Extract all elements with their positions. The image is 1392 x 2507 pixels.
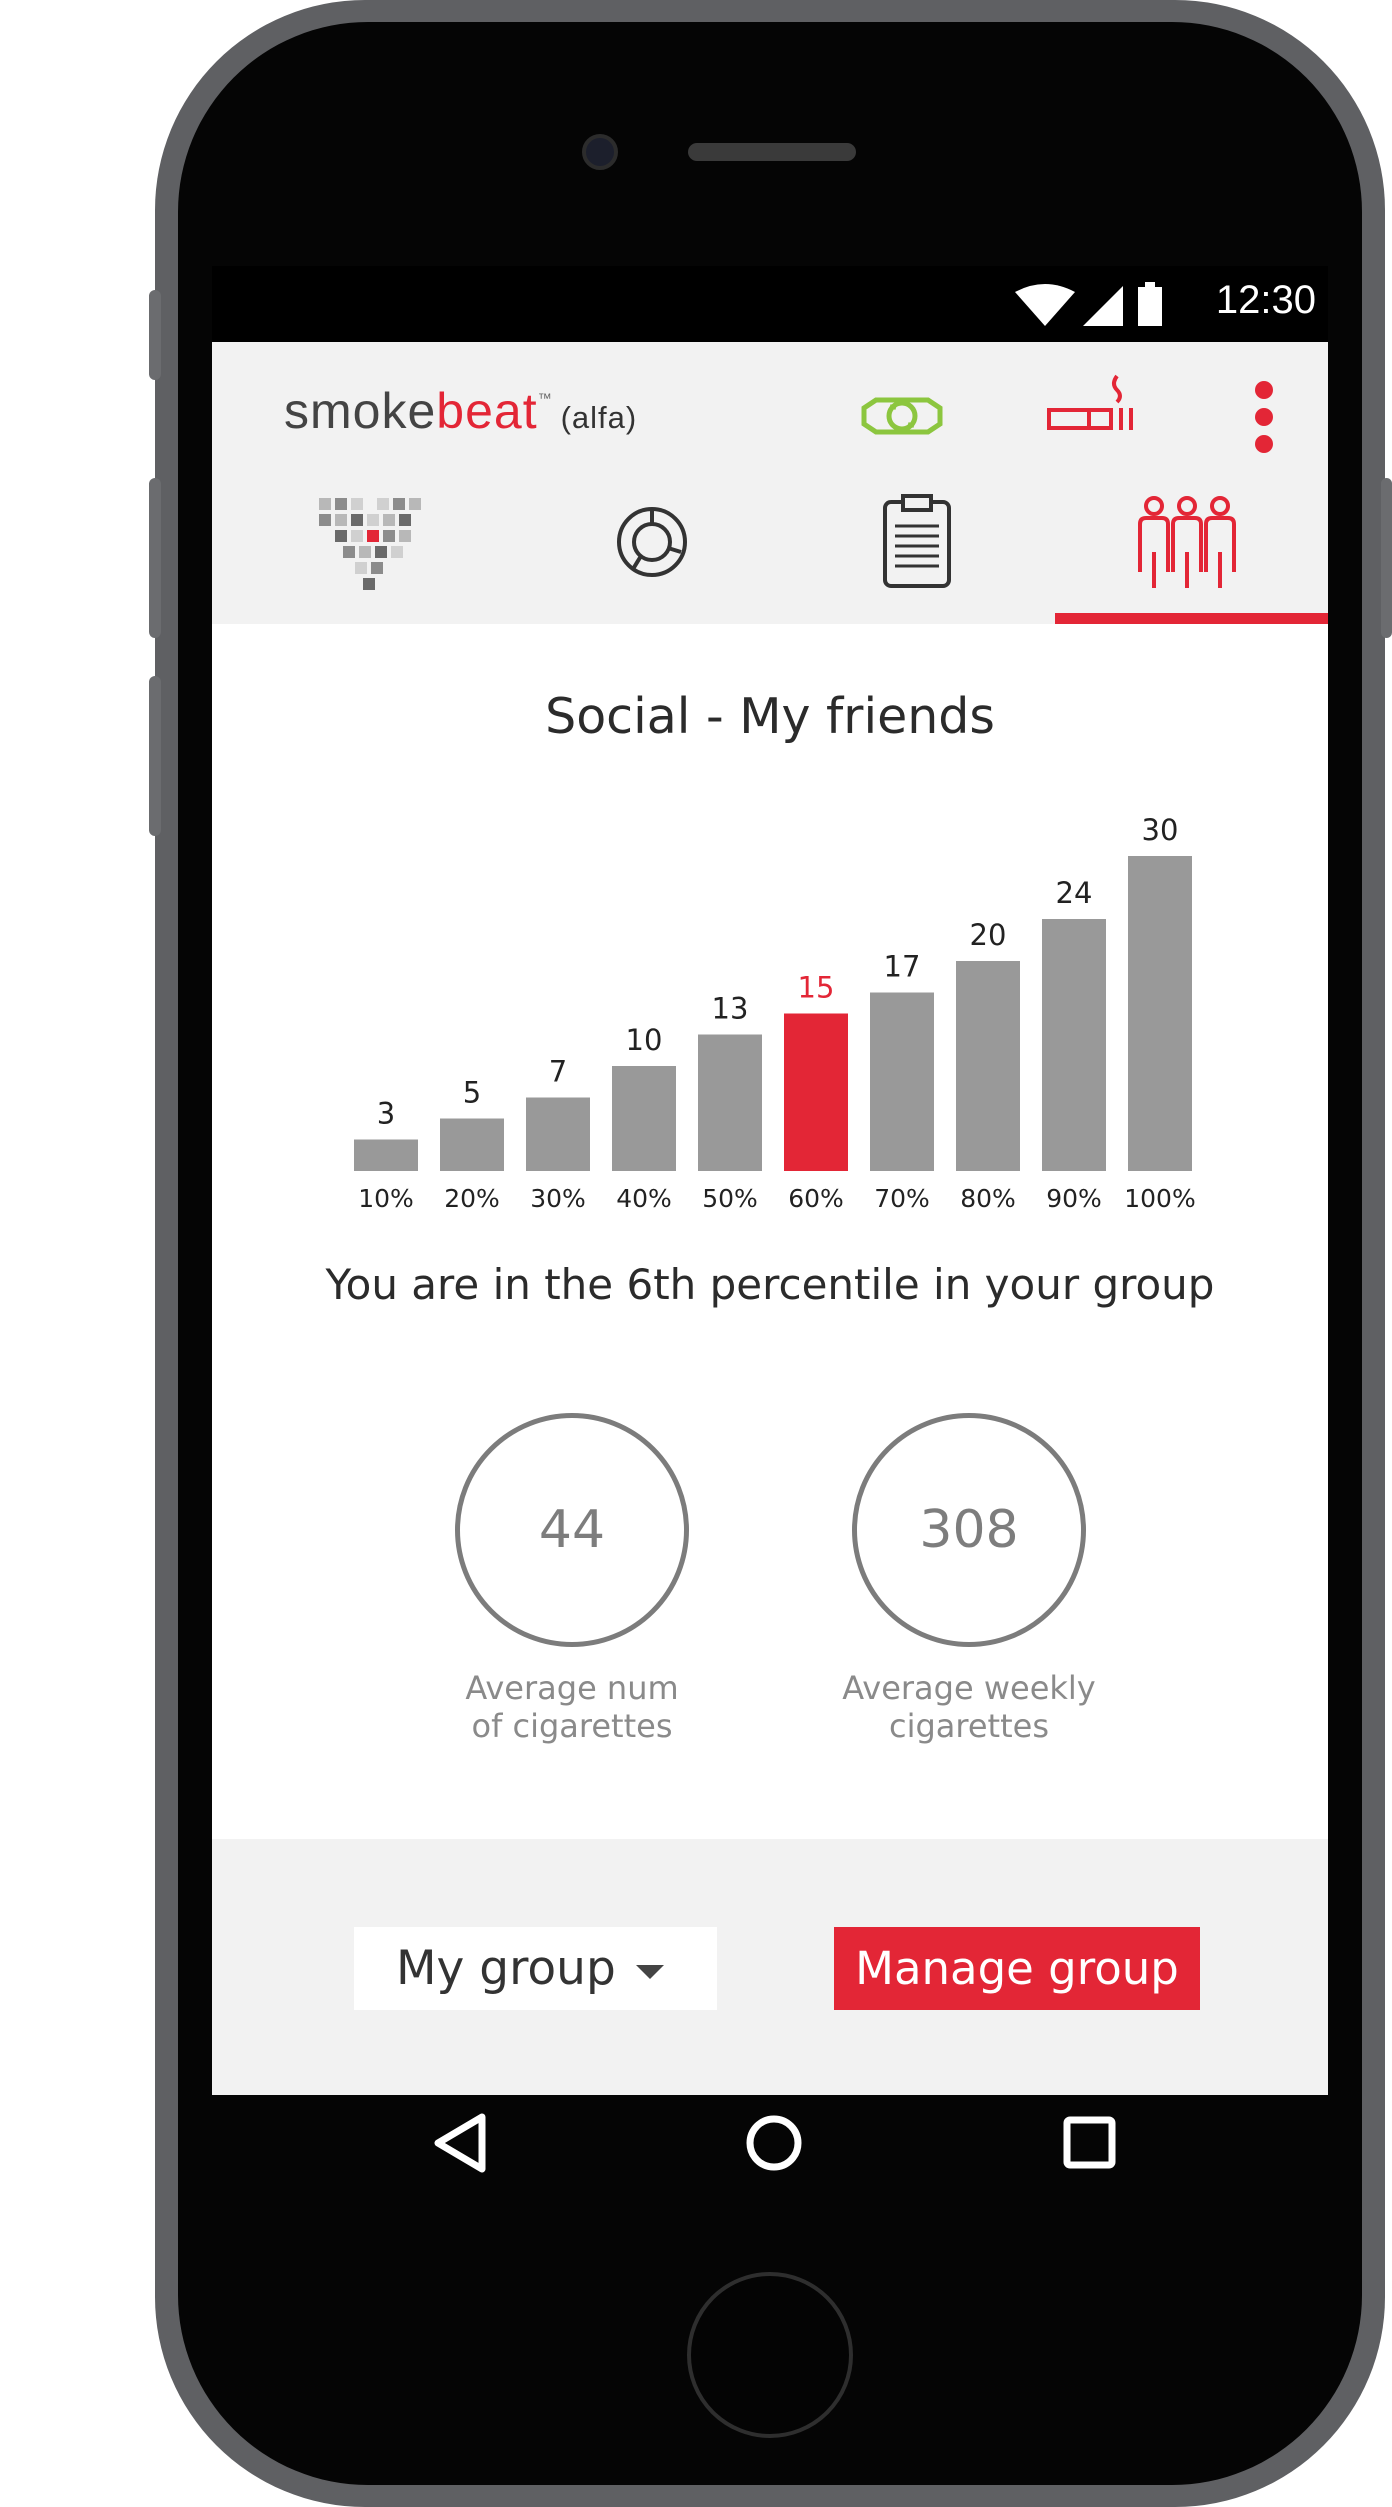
bar-category-label: 30% [530,1184,586,1213]
manage-group-button[interactable]: Manage group [834,1927,1200,2010]
front-camera [582,134,618,170]
bar-value-label: 10 [626,1023,663,1057]
bar-60% [784,1013,848,1171]
bar-category-label: 100% [1124,1184,1195,1213]
bar-50% [698,1034,762,1171]
avg-weekly-label: Average weekly cigarettes [799,1669,1139,1745]
group-select[interactable]: My group [354,1927,717,2010]
bar-category-label: 20% [444,1184,500,1213]
bar-category-label: 10% [358,1184,414,1213]
avg-weekly-value: 308 [919,1500,1019,1560]
bar-category-label: 40% [616,1184,672,1213]
back-icon [434,2113,486,2173]
bar-category-label: 50% [702,1184,758,1213]
avg-weekly-circle: 308 [852,1413,1086,1647]
group-select-value: My group [396,1941,616,1996]
power-button [1381,478,1392,638]
home-button[interactable] [687,2272,853,2438]
bar-value-label: 30 [1142,813,1179,847]
bar-category-label: 80% [960,1184,1016,1213]
avg-num-label-line2: of cigarettes [471,1707,673,1745]
bar-category-label: 60% [788,1184,844,1213]
bar-value-label: 17 [884,950,921,984]
bar-value-label: 7 [549,1055,567,1089]
bottom-action-bar: My group Manage group [212,1839,1328,2095]
avg-num-label-line1: Average num [465,1669,679,1707]
avg-num-circle: 44 [455,1413,689,1647]
volume-down-button [149,676,161,836]
avg-num-label: Average num of cigarettes [402,1669,742,1745]
bar-category-label: 70% [874,1184,930,1213]
avg-num-value: 44 [538,1500,606,1560]
mute-switch [149,290,161,380]
bar-70% [870,992,934,1171]
bar-value-label: 5 [463,1076,481,1110]
app-screen: 12:30 smokebeat™(alfa) Social - My frien… [212,266,1328,2095]
bar-value-label: 15 [798,971,835,1005]
bar-value-label: 3 [377,1097,395,1131]
percentile-bar-chart: 3 10% 5 20% 7 30% 10 40% 13 50% 15 60% 17 70% 20 80% 24 9… [354,813,1196,1213]
bar-30% [526,1097,590,1171]
earpiece-speaker [688,143,856,161]
home-nav-icon [746,2115,802,2171]
percentile-text: You are in the 6th percentile in your gr… [325,1260,1215,1309]
bar-40% [612,1066,676,1171]
avg-weekly-label-line1: Average weekly [842,1669,1096,1707]
bar-20% [440,1118,504,1171]
bar-value-label: 24 [1056,876,1093,910]
bar-80% [956,961,1020,1171]
chevron-down-icon [636,1965,664,1979]
recents-icon [1063,2116,1116,2169]
avg-weekly-label-line2: cigarettes [889,1707,1049,1745]
bar-90% [1042,919,1106,1171]
bar-value-label: 13 [712,992,749,1026]
bar-value-label: 20 [970,918,1007,952]
volume-up-button [149,478,161,638]
bar-category-label: 90% [1046,1184,1102,1213]
android-nav-bar [434,2113,1116,2173]
bar-10% [354,1139,418,1171]
bar-100% [1128,856,1192,1171]
